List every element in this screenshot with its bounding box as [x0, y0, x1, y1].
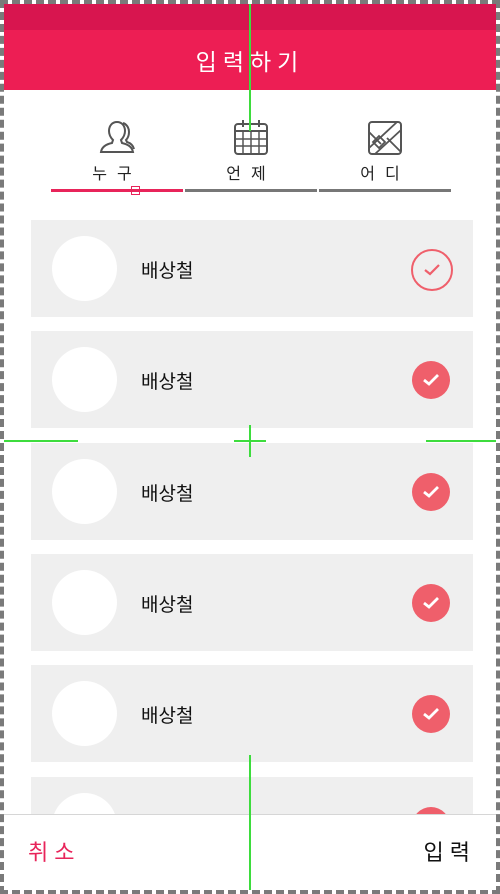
person-name: 배상철	[141, 371, 194, 393]
avatar	[52, 459, 117, 524]
person-icon	[99, 120, 135, 153]
checked-circle-icon[interactable]	[412, 473, 450, 511]
map-icon	[368, 121, 402, 155]
tab-when-indicator	[185, 189, 317, 192]
tab-when[interactable]: 언제	[185, 118, 317, 192]
avatar	[52, 347, 117, 412]
guide-line	[249, 4, 251, 131]
tab-where-indicator	[319, 189, 451, 192]
list-item[interactable]: 배상철	[31, 443, 473, 540]
crosshair-icon	[249, 425, 251, 457]
avatar	[52, 570, 117, 635]
guide-line	[4, 440, 78, 442]
checked-circle-icon[interactable]	[412, 361, 450, 399]
tab-where-label: 어디	[360, 164, 410, 183]
person-name: 배상철	[141, 594, 194, 616]
avatar	[52, 681, 117, 746]
tab-where[interactable]: 어디	[319, 118, 451, 192]
people-list[interactable]: 배상철 배상철 배상철 배상철 배상철	[4, 200, 496, 814]
person-name: 배상철	[141, 260, 194, 282]
person-name: 배상철	[141, 483, 194, 505]
unchecked-circle-icon[interactable]	[411, 249, 453, 291]
tab-who-indicator	[51, 189, 183, 192]
list-item[interactable]: 배상철	[31, 220, 473, 317]
submit-button[interactable]: 입력	[424, 835, 476, 867]
avatar	[52, 236, 117, 301]
person-name: 배상철	[141, 705, 194, 727]
list-item[interactable]: 배상철	[31, 665, 473, 762]
list-item[interactable]: 배상철	[31, 554, 473, 651]
calendar-icon	[234, 120, 268, 155]
avatar	[52, 793, 117, 814]
checked-circle-icon[interactable]	[412, 695, 450, 733]
list-item[interactable]	[31, 777, 473, 814]
checked-circle-icon[interactable]	[412, 584, 450, 622]
guide-line	[426, 440, 496, 442]
list-item[interactable]: 배상철	[31, 331, 473, 428]
checked-circle-icon[interactable]	[412, 807, 450, 814]
tab-marker-icon	[131, 186, 140, 195]
tab-who-label: 누구	[92, 164, 142, 183]
tab-when-label: 언제	[226, 164, 276, 183]
cancel-button[interactable]: 취소	[28, 835, 80, 867]
tab-who[interactable]: 누구	[51, 118, 183, 192]
guide-line	[249, 755, 251, 890]
